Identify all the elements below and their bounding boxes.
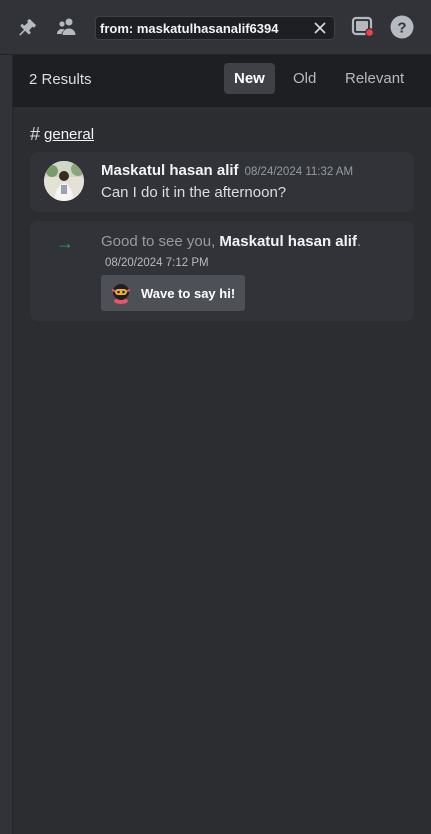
close-icon[interactable]: [312, 20, 328, 36]
channel-link[interactable]: general: [44, 126, 94, 143]
inbox-icon[interactable]: [350, 14, 376, 40]
join-author[interactable]: Maskatul hasan alif: [219, 233, 357, 250]
help-icon[interactable]: ?: [389, 14, 415, 40]
search-box[interactable]: [95, 16, 335, 40]
sort-tab-relevant[interactable]: Relevant: [335, 63, 414, 94]
pin-icon[interactable]: [15, 14, 41, 40]
message-timestamp: 08/20/2024 7:12 PM: [105, 257, 209, 269]
channel-heading: # general: [30, 124, 94, 145]
wave-button[interactable]: Wave to say hi!: [101, 275, 246, 311]
avatar[interactable]: [44, 161, 84, 201]
search-result-join-message[interactable]: → Good to see you, Maskatul hasan alif. …: [30, 221, 414, 321]
left-divider-strip: [0, 55, 13, 834]
wave-sticker-icon: [109, 281, 133, 305]
arrow-right-icon: →: [56, 233, 74, 253]
svg-text:?: ?: [397, 20, 406, 37]
join-message-content: Good to see you, Maskatul hasan alif.: [101, 233, 361, 250]
join-prefix: Good to see you,: [101, 233, 220, 250]
search-input[interactable]: [96, 17, 310, 39]
members-icon[interactable]: [54, 14, 80, 40]
hash-icon: #: [30, 124, 41, 144]
search-result-message[interactable]: Maskatul hasan alif 08/24/2024 11:32 AM C…: [30, 152, 414, 212]
message-author-row: Maskatul hasan alif 08/24/2024 11:32 AM: [101, 162, 353, 179]
results-count: 2 Results: [29, 71, 92, 88]
top-toolbar: ?: [0, 0, 431, 55]
message-timestamp: 08/24/2024 11:32 AM: [244, 166, 354, 178]
message-content: Can I do it in the afternoon?: [101, 184, 287, 201]
message-author[interactable]: Maskatul hasan alif: [101, 162, 239, 179]
sort-tab-new[interactable]: New: [224, 63, 275, 94]
sort-tab-old[interactable]: Old: [283, 63, 326, 94]
search-results-panel: 2 Results New Old Relevant # general Mas…: [13, 55, 431, 834]
join-suffix: .: [356, 233, 362, 250]
results-header: 2 Results New Old Relevant: [13, 55, 431, 107]
wave-button-label: Wave to say hi!: [141, 285, 236, 301]
